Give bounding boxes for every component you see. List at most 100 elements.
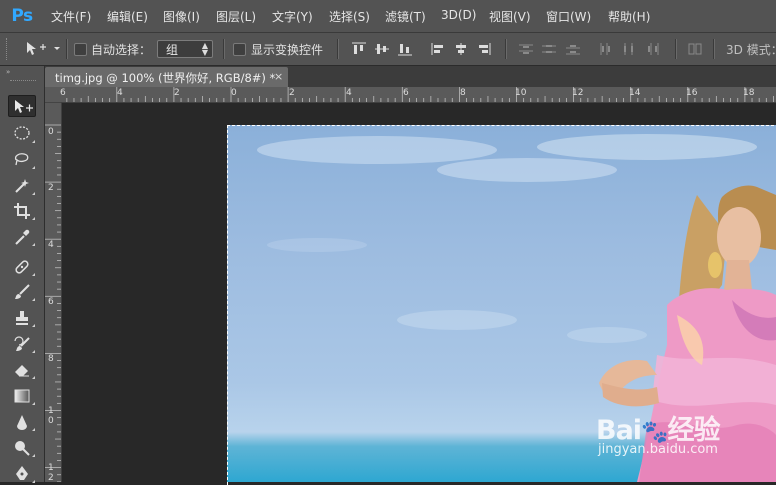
options-bar: 自动选择： 组 ▲▼ 显示变换控件 3D 模式： <box>0 33 776 66</box>
lasso-tool[interactable] <box>8 148 36 170</box>
crop-tool[interactable] <box>8 199 36 221</box>
eraser-icon <box>15 365 29 377</box>
menu-image[interactable]: 图像(I) <box>163 8 200 25</box>
horizontal-ruler[interactable]: 6 4 2 0 2 4 6 8 10 12 14 16 18 <box>60 87 776 103</box>
tool-group-indicator <box>32 273 35 276</box>
pen-icon <box>16 466 28 480</box>
move-tool-icon <box>15 100 33 113</box>
tool-group-indicator <box>32 298 35 301</box>
menu-3d[interactable]: 3D(D) <box>441 8 476 22</box>
ruler-label: 1 0 <box>48 406 54 426</box>
move-tool-icon <box>27 42 60 55</box>
menu-window[interactable]: 窗口(W) <box>546 8 591 25</box>
menu-bar: Ps 文件(F) 编辑(E) 图像(I) 图层(L) 文字(Y) 选择(S) 滤… <box>0 0 776 33</box>
crop-icon <box>14 203 30 219</box>
align-vertical-centers-icon[interactable] <box>374 42 390 56</box>
dropdown-arrows-icon: ▲ ▼ <box>201 41 208 57</box>
dodge-tool[interactable] <box>8 436 36 458</box>
distribute-right-icon[interactable] <box>645 42 661 56</box>
collapse-panel-icon[interactable]: » <box>6 68 10 76</box>
ruler-label: 14 <box>629 88 641 98</box>
magic-wand-icon <box>15 179 29 193</box>
pen-tool[interactable] <box>8 462 36 484</box>
menu-layer[interactable]: 图层(L) <box>216 8 256 25</box>
tool-group-indicator <box>32 166 35 169</box>
align-bottom-edges-icon[interactable] <box>397 42 413 56</box>
brush-tool[interactable] <box>8 280 36 302</box>
options-divider <box>505 39 507 59</box>
align-horizontal-centers-icon[interactable] <box>453 42 469 56</box>
elliptical-marquee-tool[interactable] <box>8 122 36 144</box>
options-divider <box>223 39 225 59</box>
show-transform-checkbox[interactable] <box>233 43 246 56</box>
align-top-edges-icon[interactable] <box>351 42 367 56</box>
options-grip <box>6 38 11 60</box>
photoshop-logo: Ps <box>11 6 33 26</box>
align-right-edges-icon[interactable] <box>476 42 492 56</box>
options-divider <box>713 39 715 59</box>
ruler-label: 2 <box>48 183 54 193</box>
magic-wand-tool[interactable] <box>8 174 36 196</box>
stamp-icon <box>16 311 28 325</box>
vertical-ruler[interactable]: 0 2 4 6 8 1 0 1 2 <box>45 103 62 483</box>
clone-stamp-tool[interactable] <box>8 306 36 328</box>
show-transform-label: 显示变换控件 <box>251 43 324 57</box>
lasso-icon <box>14 153 29 166</box>
menu-help[interactable]: 帮助(H) <box>608 8 650 25</box>
blur-tool[interactable] <box>8 410 36 432</box>
ruler-label: 2 <box>174 88 180 98</box>
gradient-icon <box>14 389 30 403</box>
distribute-vertical-centers-icon[interactable] <box>541 42 557 56</box>
menu-edit[interactable]: 编辑(E) <box>107 8 148 25</box>
menu-file[interactable]: 文件(F) <box>51 8 91 25</box>
auto-select-checkbox[interactable] <box>74 43 87 56</box>
ruler-label: 4 <box>48 240 54 250</box>
history-brush-tool[interactable] <box>8 332 36 354</box>
align-left-edges-icon[interactable] <box>430 42 446 56</box>
distribute-bottom-icon[interactable] <box>565 42 581 56</box>
distribute-horizontal-centers-icon[interactable] <box>621 42 637 56</box>
eyedropper-icon <box>15 229 30 245</box>
elliptical-marquee-icon <box>14 126 30 140</box>
3d-mode-label: 3D 模式： <box>726 43 776 57</box>
tool-group-indicator <box>32 217 35 220</box>
ruler-label: 0 <box>231 88 237 98</box>
move-tool[interactable] <box>8 95 36 117</box>
tool-group-indicator <box>32 243 35 246</box>
eraser-tool[interactable] <box>8 358 36 380</box>
auto-select-target-value: 组 <box>166 43 179 57</box>
ruler-label: 6 <box>403 88 409 98</box>
menu-filter[interactable]: 滤镜(T) <box>385 8 426 25</box>
spot-healing-brush-tool[interactable] <box>8 255 36 277</box>
tool-preset-picker[interactable] <box>26 41 62 57</box>
auto-align-layers-icon[interactable] <box>687 42 703 56</box>
ruler-label: 0 <box>48 127 54 137</box>
bandage-icon <box>15 260 29 274</box>
menu-type[interactable]: 文字(Y) <box>272 8 313 25</box>
ruler-label: 2 <box>289 88 295 98</box>
watermark-url: jingyan.baidu.com <box>598 442 718 457</box>
tool-group-indicator <box>32 454 35 457</box>
tool-group-indicator <box>32 428 35 431</box>
distribute-left-icon[interactable] <box>598 42 614 56</box>
auto-select-target-dropdown[interactable]: 组 ▲ ▼ <box>157 40 213 58</box>
close-icon[interactable]: × <box>274 70 283 83</box>
ruler-label: 8 <box>460 88 466 98</box>
ruler-label: 1 2 <box>48 463 54 483</box>
ruler-label: 12 <box>572 88 584 98</box>
tool-group-indicator <box>32 192 35 195</box>
eyedropper-tool[interactable] <box>8 225 36 247</box>
gradient-tool[interactable] <box>8 384 36 406</box>
document-tab[interactable]: timg.jpg @ 100% (世界你好, RGB/8#) * × <box>45 67 288 87</box>
brush-icon <box>15 284 30 299</box>
tool-group-indicator <box>32 324 35 327</box>
ruler-label: 4 <box>346 88 352 98</box>
distribute-top-icon[interactable] <box>518 42 534 56</box>
menu-view[interactable]: 视图(V) <box>489 8 531 25</box>
ruler-label: 6 <box>48 297 54 307</box>
ruler-label: 18 <box>743 88 755 98</box>
tools-panel-grip <box>10 80 36 84</box>
ruler-label: 16 <box>686 88 698 98</box>
ruler-label: 6 <box>60 88 66 98</box>
menu-select[interactable]: 选择(S) <box>329 8 370 25</box>
